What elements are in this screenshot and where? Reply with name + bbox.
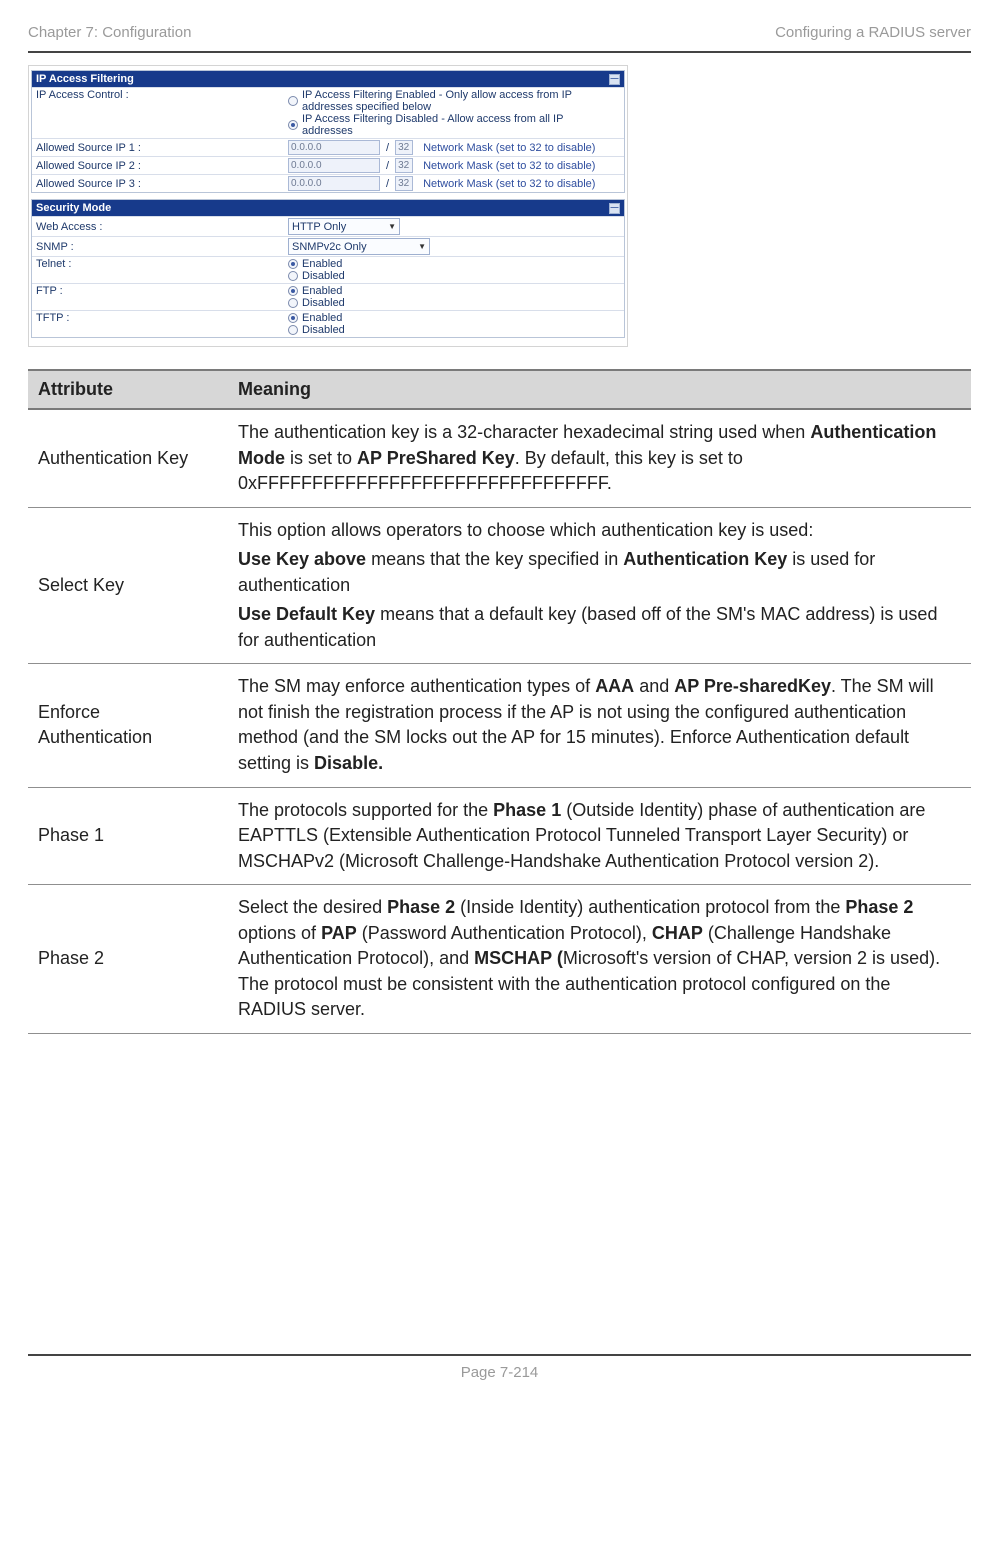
- chevron-down-icon: ▼: [380, 222, 396, 231]
- tftp-row: TFTP : Enabled Disabled: [32, 310, 624, 337]
- header-left: Chapter 7: Configuration: [28, 24, 191, 41]
- table-row: Phase 2 Select the desired Phase 2 (Insi…: [28, 885, 971, 1034]
- panel-security-mode: Security Mode — Web Access : HTTP Only▼ …: [31, 199, 625, 338]
- web-access-select[interactable]: HTTP Only▼: [288, 218, 400, 235]
- footer-rule: [28, 1354, 971, 1356]
- meaning-cell: Select the desired Phase 2 (Inside Ident…: [228, 885, 971, 1034]
- attr-cell: Authentication Key: [28, 409, 228, 507]
- meaning-cell: The SM may enforce authentication types …: [228, 664, 971, 787]
- mask-hint: Network Mask (set to 32 to disable): [417, 160, 595, 172]
- panel-ip-access-filtering: IP Access Filtering — IP Access Control …: [31, 70, 625, 193]
- attr-cell: Select Key: [28, 507, 228, 664]
- page-number: Page 7-214: [461, 1364, 539, 1381]
- radio-icon: [288, 259, 298, 269]
- panel-title: IP Access Filtering: [36, 73, 134, 85]
- field-label: Telnet :: [36, 258, 284, 270]
- field-label: Allowed Source IP 2 :: [36, 160, 284, 172]
- radio-disabled[interactable]: Disabled: [288, 297, 345, 309]
- chevron-down-icon: ▼: [410, 242, 426, 251]
- mask-hint: Network Mask (set to 32 to disable): [417, 142, 595, 154]
- ip-input[interactable]: 0.0.0.0: [288, 140, 380, 155]
- attr-cell: Phase 1: [28, 787, 228, 885]
- radio-group: Enabled Disabled: [288, 258, 345, 282]
- mask-input[interactable]: 32: [395, 158, 413, 173]
- panel-header: Security Mode —: [32, 200, 624, 216]
- radio-label: Disabled: [302, 297, 345, 309]
- allowed-source-ip-row: Allowed Source IP 2 : 0.0.0.0 / 32 Netwo…: [32, 156, 624, 174]
- snmp-row: SNMP : SNMPv2c Only▼: [32, 236, 624, 256]
- attr-cell: Phase 2: [28, 885, 228, 1034]
- radio-label: Enabled: [302, 285, 342, 297]
- panel-title: Security Mode: [36, 202, 111, 214]
- radio-group: Enabled Disabled: [288, 312, 345, 336]
- radio-label: IP Access Filtering Enabled - Only allow…: [302, 89, 612, 113]
- radio-group: IP Access Filtering Enabled - Only allow…: [288, 89, 612, 137]
- radio-enabled[interactable]: Enabled: [288, 312, 345, 324]
- ip-input[interactable]: 0.0.0.0: [288, 176, 380, 191]
- radio-disabled[interactable]: Disabled: [288, 324, 345, 336]
- radio-label: IP Access Filtering Disabled - Allow acc…: [302, 113, 612, 137]
- radio-label: Enabled: [302, 312, 342, 324]
- radio-icon: [288, 298, 298, 308]
- radio-icon: [288, 96, 298, 106]
- radio-disabled[interactable]: Disabled: [288, 270, 345, 282]
- radio-enabled[interactable]: IP Access Filtering Enabled - Only allow…: [288, 89, 612, 113]
- meaning-cell: This option allows operators to choose w…: [228, 507, 971, 664]
- col-meaning: Meaning: [228, 370, 971, 409]
- field-label: Web Access :: [36, 221, 284, 233]
- field-label: FTP :: [36, 285, 284, 297]
- radio-icon: [288, 325, 298, 335]
- ftp-row: FTP : Enabled Disabled: [32, 283, 624, 310]
- telnet-row: Telnet : Enabled Disabled: [32, 256, 624, 283]
- radio-label: Enabled: [302, 258, 342, 270]
- radio-disabled[interactable]: IP Access Filtering Disabled - Allow acc…: [288, 113, 612, 137]
- panel-header: IP Access Filtering —: [32, 71, 624, 87]
- header-rule: [28, 51, 971, 53]
- radio-group: Enabled Disabled: [288, 285, 345, 309]
- allowed-source-ip-row: Allowed Source IP 1 : 0.0.0.0 / 32 Netwo…: [32, 138, 624, 156]
- table-row: Select Key This option allows operators …: [28, 507, 971, 664]
- field-label: Allowed Source IP 1 :: [36, 142, 284, 154]
- page-header: Chapter 7: Configuration Configuring a R…: [28, 24, 971, 51]
- radio-enabled[interactable]: Enabled: [288, 258, 345, 270]
- ip-input[interactable]: 0.0.0.0: [288, 158, 380, 173]
- table-row: Enforce Authentication The SM may enforc…: [28, 664, 971, 787]
- meaning-cell: The protocols supported for the Phase 1 …: [228, 787, 971, 885]
- radio-label: Disabled: [302, 270, 345, 282]
- radio-icon: [288, 271, 298, 281]
- radio-icon: [288, 286, 298, 296]
- field-label: Allowed Source IP 3 :: [36, 178, 284, 190]
- ip-access-control-row: IP Access Control : IP Access Filtering …: [32, 87, 624, 138]
- attribute-table: Attribute Meaning Authentication Key The…: [28, 369, 971, 1034]
- radio-enabled[interactable]: Enabled: [288, 285, 345, 297]
- field-label: SNMP :: [36, 241, 284, 253]
- header-right: Configuring a RADIUS server: [775, 24, 971, 41]
- field-label: TFTP :: [36, 312, 284, 324]
- mask-input[interactable]: 32: [395, 140, 413, 155]
- table-row: Phase 1 The protocols supported for the …: [28, 787, 971, 885]
- radio-label: Disabled: [302, 324, 345, 336]
- collapse-icon[interactable]: —: [609, 203, 620, 214]
- col-attribute: Attribute: [28, 370, 228, 409]
- meaning-cell: The authentication key is a 32-character…: [228, 409, 971, 507]
- page-footer: Page 7-214: [28, 1354, 971, 1381]
- web-access-row: Web Access : HTTP Only▼: [32, 216, 624, 236]
- radio-icon: [288, 313, 298, 323]
- radio-icon: [288, 120, 298, 130]
- mask-hint: Network Mask (set to 32 to disable): [417, 178, 595, 190]
- allowed-source-ip-row: Allowed Source IP 3 : 0.0.0.0 / 32 Netwo…: [32, 174, 624, 192]
- table-header-row: Attribute Meaning: [28, 370, 971, 409]
- table-row: Authentication Key The authentication ke…: [28, 409, 971, 507]
- field-label: IP Access Control :: [36, 89, 284, 101]
- collapse-icon[interactable]: —: [609, 74, 620, 85]
- mask-input[interactable]: 32: [395, 176, 413, 191]
- embedded-screenshot: IP Access Filtering — IP Access Control …: [28, 65, 628, 347]
- snmp-select[interactable]: SNMPv2c Only▼: [288, 238, 430, 255]
- attr-cell: Enforce Authentication: [28, 664, 228, 787]
